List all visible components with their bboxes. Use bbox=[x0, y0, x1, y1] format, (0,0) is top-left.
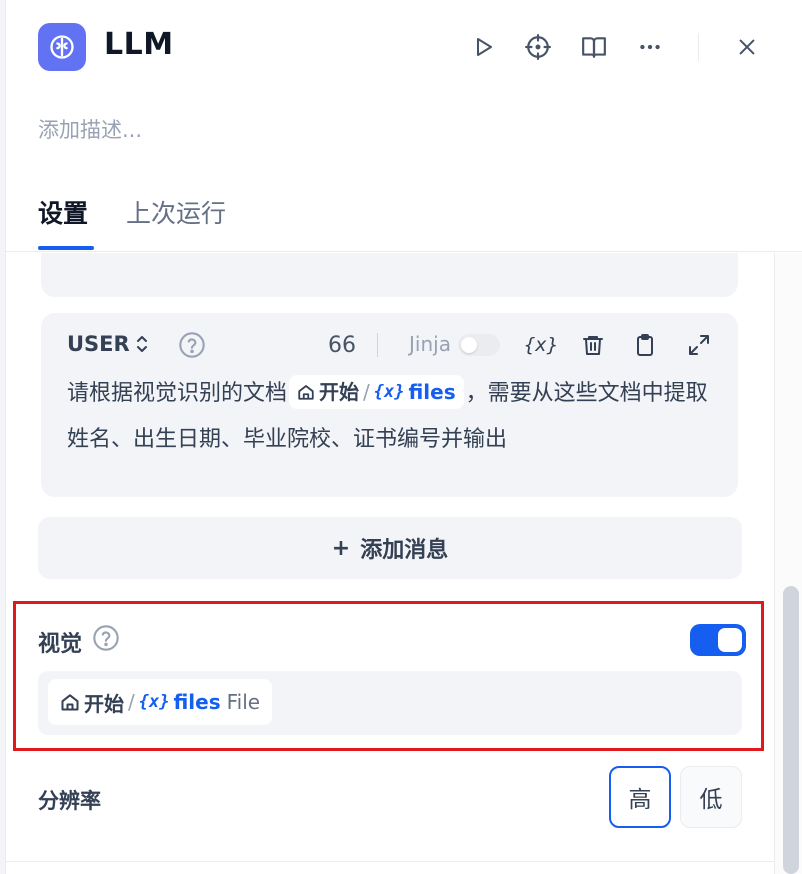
resolution-high-button[interactable]: 高 bbox=[609, 766, 671, 828]
variable-icon: {x} bbox=[138, 692, 170, 712]
vision-label: 视觉 bbox=[38, 632, 83, 657]
resolution-low-button[interactable]: 低 bbox=[680, 766, 742, 828]
book-open-icon bbox=[582, 37, 606, 58]
resolution-label: 分辨率 bbox=[38, 789, 101, 813]
variable-node-name: 开始 bbox=[319, 380, 360, 404]
llm-brain-icon bbox=[38, 23, 86, 71]
section-divider bbox=[6, 861, 802, 862]
header-divider bbox=[698, 33, 699, 61]
add-message-button[interactable]: + 添加消息 bbox=[38, 517, 742, 579]
role-help-icon[interactable] bbox=[178, 331, 206, 359]
role-selector[interactable]: USER bbox=[67, 332, 150, 356]
home-icon bbox=[61, 694, 79, 711]
more-horizontal-icon bbox=[640, 44, 660, 50]
description-input[interactable]: 添加描述... bbox=[38, 114, 142, 144]
close-icon bbox=[739, 39, 755, 55]
vision-variable-name: files bbox=[173, 690, 221, 714]
delete-message-button[interactable] bbox=[576, 329, 610, 361]
user-message-block: USER 66 Jinja {x} 请根据视觉识别的文档 开始 / {x} fi… bbox=[41, 313, 738, 497]
variable-name: files bbox=[408, 380, 456, 404]
llm-node-panel: LLM 添加描述... 设置 上次运行 USER 66 Jinja {x} 请根… bbox=[5, 0, 802, 874]
token-count: 66 bbox=[328, 333, 356, 358]
vision-toggle[interactable] bbox=[690, 624, 746, 656]
insert-variable-button[interactable]: {x} bbox=[524, 329, 558, 361]
variable-separator: / bbox=[363, 380, 370, 404]
play-icon bbox=[477, 38, 492, 56]
expand-icon bbox=[689, 335, 709, 355]
add-message-label: 添加消息 bbox=[360, 538, 449, 563]
toolbar-divider bbox=[377, 333, 378, 357]
vision-section: 视觉 开始 / {x} files File bbox=[13, 601, 764, 751]
chevron-up-down-icon bbox=[136, 336, 147, 352]
docs-button[interactable] bbox=[577, 30, 611, 64]
vision-variable-chip[interactable]: 开始 / {x} files File bbox=[48, 679, 273, 725]
variable-icon: {x} bbox=[523, 334, 559, 356]
vision-variable-separator: / bbox=[128, 690, 135, 714]
variable-chip[interactable]: 开始 / {x} files bbox=[289, 375, 464, 409]
tab-last-run[interactable]: 上次运行 bbox=[126, 194, 226, 230]
crosshair-icon bbox=[525, 34, 551, 60]
close-button[interactable] bbox=[730, 30, 764, 64]
tab-settings[interactable]: 设置 bbox=[38, 194, 88, 230]
trash-icon bbox=[583, 336, 603, 355]
more-options-button[interactable] bbox=[633, 30, 667, 64]
vision-node-name: 开始 bbox=[84, 691, 124, 716]
variable-icon: {x} bbox=[373, 382, 405, 402]
vision-variable-selector[interactable]: 开始 / {x} files File bbox=[38, 671, 742, 735]
jinja-toggle[interactable] bbox=[458, 334, 500, 356]
run-node-button[interactable] bbox=[466, 30, 500, 64]
prompt-text-before: 请根据视觉识别的文档 bbox=[67, 381, 288, 406]
previous-message-block bbox=[41, 253, 738, 297]
clipboard-icon bbox=[637, 334, 653, 356]
settings-scroll-area[interactable]: USER 66 Jinja {x} 请根据视觉识别的文档 开始 / {x} fi… bbox=[6, 253, 802, 874]
prompt-editor[interactable]: 请根据视觉识别的文档 开始 / {x} files ，需要从这些文档中提取姓名、出生日期、… bbox=[67, 371, 717, 463]
tab-bar: 设置 上次运行 bbox=[6, 190, 802, 252]
node-title[interactable]: LLM bbox=[104, 27, 174, 62]
plus-icon: + bbox=[331, 535, 351, 561]
home-icon bbox=[298, 385, 314, 400]
role-label: USER bbox=[67, 332, 130, 356]
vision-variable-type: File bbox=[226, 690, 261, 714]
copy-message-button[interactable] bbox=[628, 329, 662, 361]
expand-editor-button[interactable] bbox=[682, 329, 716, 361]
active-tab-indicator bbox=[38, 246, 94, 250]
scrollbar-thumb[interactable] bbox=[783, 586, 799, 874]
jinja-label: Jinja bbox=[409, 332, 451, 356]
vision-help-icon[interactable] bbox=[92, 624, 120, 652]
locate-node-button[interactable] bbox=[521, 30, 555, 64]
